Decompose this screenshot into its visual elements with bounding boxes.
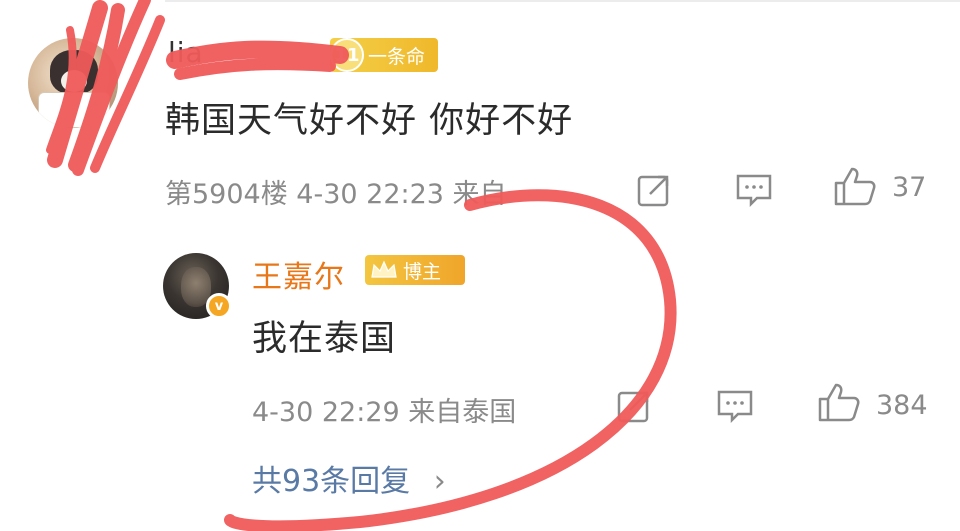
share-icon[interactable] (636, 172, 672, 208)
like-icon[interactable] (833, 165, 877, 207)
comment-icon[interactable] (716, 388, 754, 424)
like-count: 37 (892, 172, 927, 203)
reply-meta: 4-30 22:29 来自泰国 (252, 397, 517, 428)
crown-icon (365, 255, 403, 285)
reply-like-count: 384 (876, 390, 928, 421)
blogger-badge-label: 博主 (403, 260, 442, 283)
comment-text: 韩国天气好不好 你好不好 (165, 101, 574, 141)
like-icon[interactable] (817, 381, 861, 423)
more-replies-label: 共93条回复 (252, 464, 411, 499)
reply-username[interactable]: 王嘉尔 (252, 252, 345, 296)
level-badge-label: 一条命 (368, 45, 426, 68)
avatar[interactable] (28, 38, 118, 128)
blogger-badge: 博主 (365, 255, 465, 285)
comment-icon[interactable] (735, 172, 773, 208)
chevron-right-icon: › (433, 464, 446, 499)
level-number: 11 (330, 38, 364, 72)
comment-username[interactable]: lia (168, 36, 204, 69)
share-icon[interactable] (616, 388, 652, 424)
red-scribble-overlay (46, 0, 677, 531)
comment-meta: 第5904楼 4-30 22:23 来自 (165, 179, 507, 210)
avatar-cat-face (61, 70, 87, 92)
avatar-mug-shape (38, 92, 110, 128)
top-divider (165, 0, 960, 2)
level-badge: 11 一条命 (330, 38, 438, 72)
verified-icon: v (206, 293, 232, 319)
more-replies-link[interactable]: 共93条回复 › (252, 456, 446, 500)
reply-text: 我在泰国 (252, 319, 397, 359)
